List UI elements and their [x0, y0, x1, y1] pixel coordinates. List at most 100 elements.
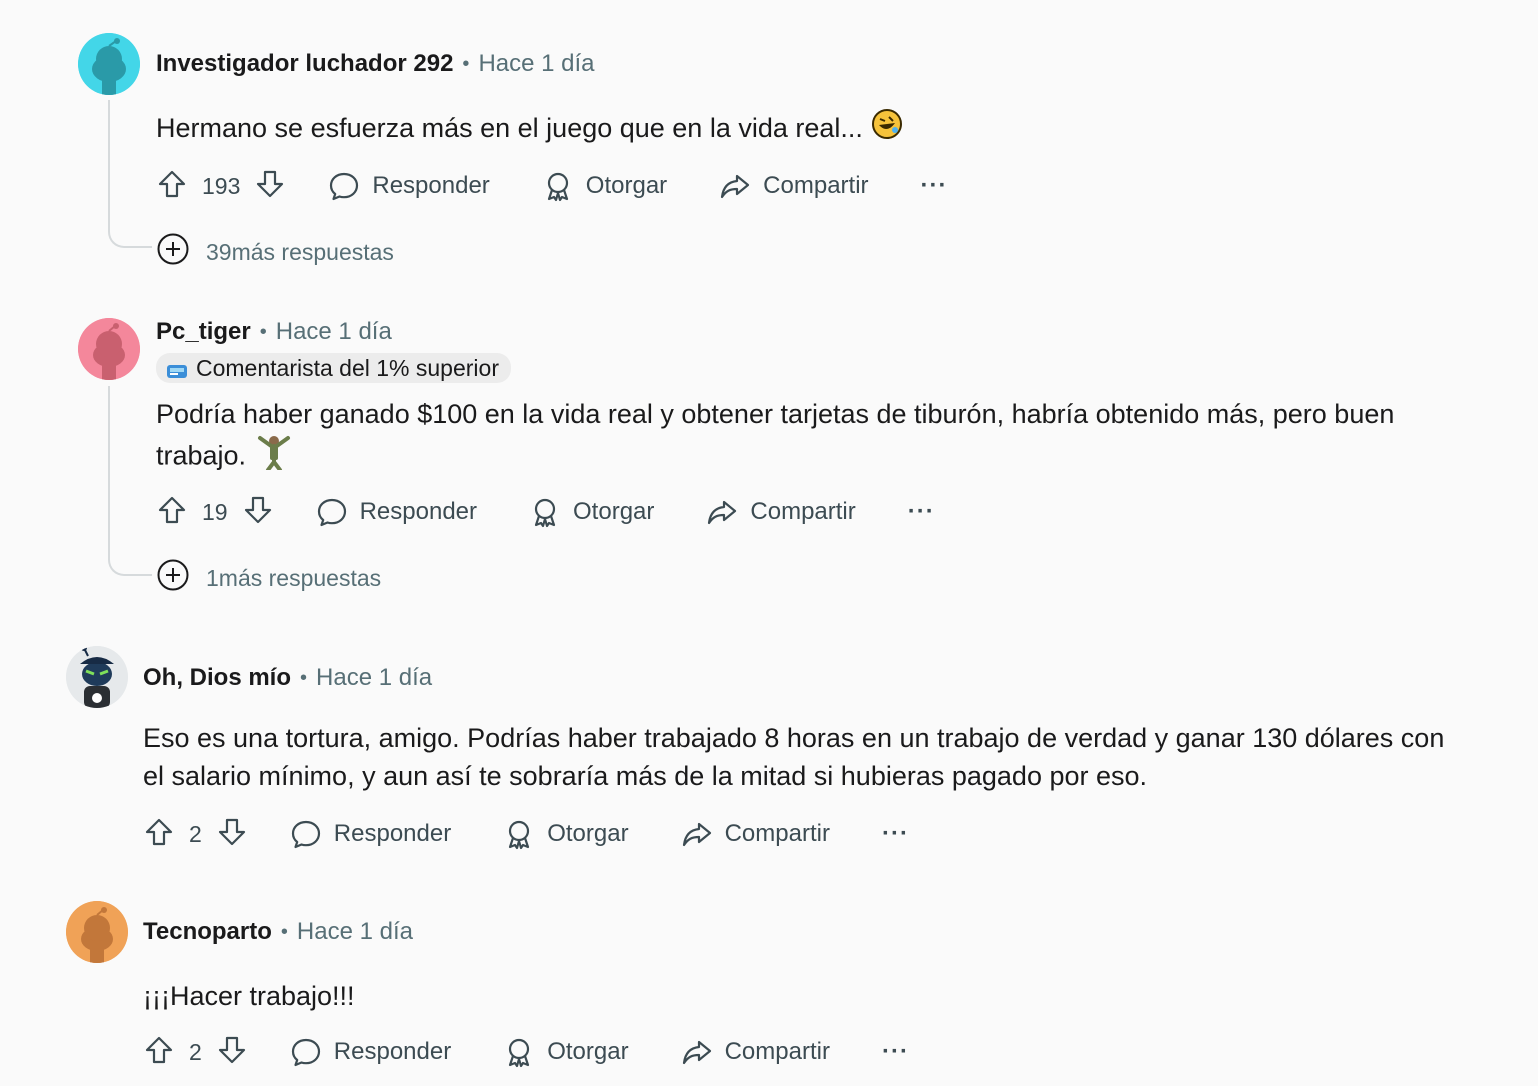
share-label: Compartir: [763, 172, 869, 199]
share-button[interactable]: Compartir: [706, 496, 856, 528]
vote-count: 2: [189, 1038, 202, 1065]
avatar[interactable]: [78, 33, 140, 95]
ellipsis-icon: ···: [881, 1038, 909, 1065]
flair-label: Comentarista del 1% superior: [196, 354, 499, 381]
speech-bubble-icon: [290, 1036, 322, 1068]
more-replies-label: 1más respuestas: [206, 564, 382, 591]
comment-text: ¡¡¡Hacer trabajo!!!: [143, 981, 355, 1011]
more-options-button[interactable]: ···: [882, 1038, 909, 1066]
speech-bubble-icon: [328, 170, 360, 202]
share-button[interactable]: Compartir: [681, 818, 830, 850]
plus-circle-icon: [156, 558, 206, 598]
reply-button[interactable]: Responder: [328, 170, 490, 202]
share-label: Compartir: [750, 498, 856, 525]
comment-body: ¡¡¡Hacer trabajo!!!: [143, 976, 1443, 1016]
author-name[interactable]: Tecnoparto: [143, 918, 272, 946]
upvote-arrow-icon[interactable]: [143, 1034, 175, 1071]
award-ribbon-icon: [529, 496, 561, 528]
reply-label: Responder: [372, 172, 490, 199]
separator-dot: •: [462, 52, 470, 75]
laughing-emoji-icon: [871, 108, 903, 151]
award-ribbon-icon: [503, 818, 535, 850]
comment-header: Pc_tiger • Hace 1 día: [156, 318, 392, 346]
avatar[interactable]: [66, 901, 128, 963]
award-label: Otorgar: [585, 172, 668, 199]
comment-header: Tecnoparto • Hace 1 día: [143, 918, 413, 946]
award-button[interactable]: Otorgar: [503, 818, 629, 850]
downvote-arrow-icon[interactable]: [242, 494, 274, 531]
more-replies-link[interactable]: 39más respuestas: [156, 232, 394, 272]
share-label: Compartir: [724, 1038, 830, 1065]
plus-circle-icon: [156, 232, 206, 272]
share-button[interactable]: Compartir: [719, 170, 869, 202]
upvote-arrow-icon[interactable]: [156, 168, 188, 205]
timestamp[interactable]: Hace 1 día: [478, 50, 594, 78]
award-button[interactable]: Otorgar: [503, 1036, 629, 1068]
more-options-button[interactable]: ···: [882, 820, 909, 848]
ellipsis-icon: ···: [907, 498, 935, 525]
timestamp[interactable]: Hace 1 día: [297, 918, 413, 946]
author-name[interactable]: Oh, Dios mío: [143, 664, 291, 692]
separator-dot: •: [259, 320, 267, 343]
share-button[interactable]: Compartir: [681, 1036, 830, 1068]
downvote-arrow-icon[interactable]: [216, 816, 248, 853]
ellipsis-icon: ···: [920, 172, 948, 199]
comment-text: Eso es una tortura, amigo. Podrías haber…: [143, 723, 1445, 791]
snoo-avatar-icon: [66, 901, 128, 963]
upvote-arrow-icon[interactable]: [143, 816, 175, 853]
more-options-button[interactable]: ···: [908, 498, 935, 526]
comment-actions: 2 Responder Otorgar Compartir ···: [143, 812, 909, 856]
award-ribbon-icon: [542, 170, 574, 202]
award-button[interactable]: Otorgar: [542, 170, 667, 202]
downvote-arrow-icon[interactable]: [254, 168, 286, 205]
timestamp[interactable]: Hace 1 día: [276, 318, 392, 346]
award-button[interactable]: Otorgar: [529, 496, 654, 528]
reply-label: Responder: [333, 820, 452, 847]
comment-body: Podría haber ganado $100 en la vida real…: [156, 394, 1416, 481]
downvote-arrow-icon[interactable]: [216, 1034, 248, 1071]
user-flair-badge: Comentarista del 1% superior: [156, 353, 511, 383]
vote-group: 2: [143, 816, 248, 853]
speech-bubble-icon: [290, 818, 322, 850]
vote-group: 193: [156, 168, 286, 205]
comment-header: Oh, Dios mío • Hace 1 día: [143, 664, 432, 692]
snoo-avatar-icon: [78, 318, 140, 380]
snoo-avatar-icon: [78, 33, 140, 95]
reply-button[interactable]: Responder: [316, 496, 477, 528]
comment-text: Podría haber ganado $100 en la vida real…: [156, 399, 1395, 471]
separator-dot: •: [280, 920, 288, 943]
more-replies-link[interactable]: 1más respuestas: [156, 558, 381, 598]
vote-group: 2: [143, 1034, 248, 1071]
share-label: Compartir: [724, 820, 830, 847]
person-raising-hands-emoji-icon: [254, 434, 294, 481]
more-options-button[interactable]: ···: [921, 172, 948, 200]
vote-count: 193: [202, 172, 241, 199]
upvote-arrow-icon[interactable]: [156, 494, 188, 531]
comment-actions: 19 Responder Otorgar Compartir ···: [156, 490, 935, 534]
avatar[interactable]: [66, 646, 128, 708]
ellipsis-icon: ···: [881, 820, 909, 847]
reply-button[interactable]: Responder: [290, 818, 451, 850]
thread-line[interactable]: [108, 100, 152, 248]
avatar[interactable]: [78, 318, 140, 380]
award-ribbon-icon: [503, 1036, 535, 1068]
comment-body: Eso es una tortura, amigo. Podrías haber…: [143, 719, 1453, 795]
author-name[interactable]: Investigador luchador 292: [156, 50, 453, 78]
share-arrow-icon: [706, 496, 738, 528]
reply-label: Responder: [333, 1038, 452, 1065]
snoo-avatar-icon: [66, 646, 128, 708]
thread-line[interactable]: [108, 386, 152, 576]
reply-button[interactable]: Responder: [290, 1036, 451, 1068]
award-label: Otorgar: [547, 1038, 629, 1065]
comment-text: Hermano se esfuerza más en el juego que …: [156, 113, 863, 143]
timestamp[interactable]: Hace 1 día: [316, 664, 432, 692]
separator-dot: •: [300, 666, 308, 689]
author-name[interactable]: Pc_tiger: [156, 318, 251, 346]
comment-actions: 193 Responder Otorgar Compartir ···: [156, 164, 948, 208]
speech-bubble-icon: [316, 496, 348, 528]
share-arrow-icon: [681, 1036, 713, 1068]
comment-header: Investigador luchador 292 • Hace 1 día: [156, 50, 595, 78]
vote-count: 2: [189, 820, 202, 847]
share-arrow-icon: [719, 170, 751, 202]
vote-count: 19: [202, 498, 228, 525]
